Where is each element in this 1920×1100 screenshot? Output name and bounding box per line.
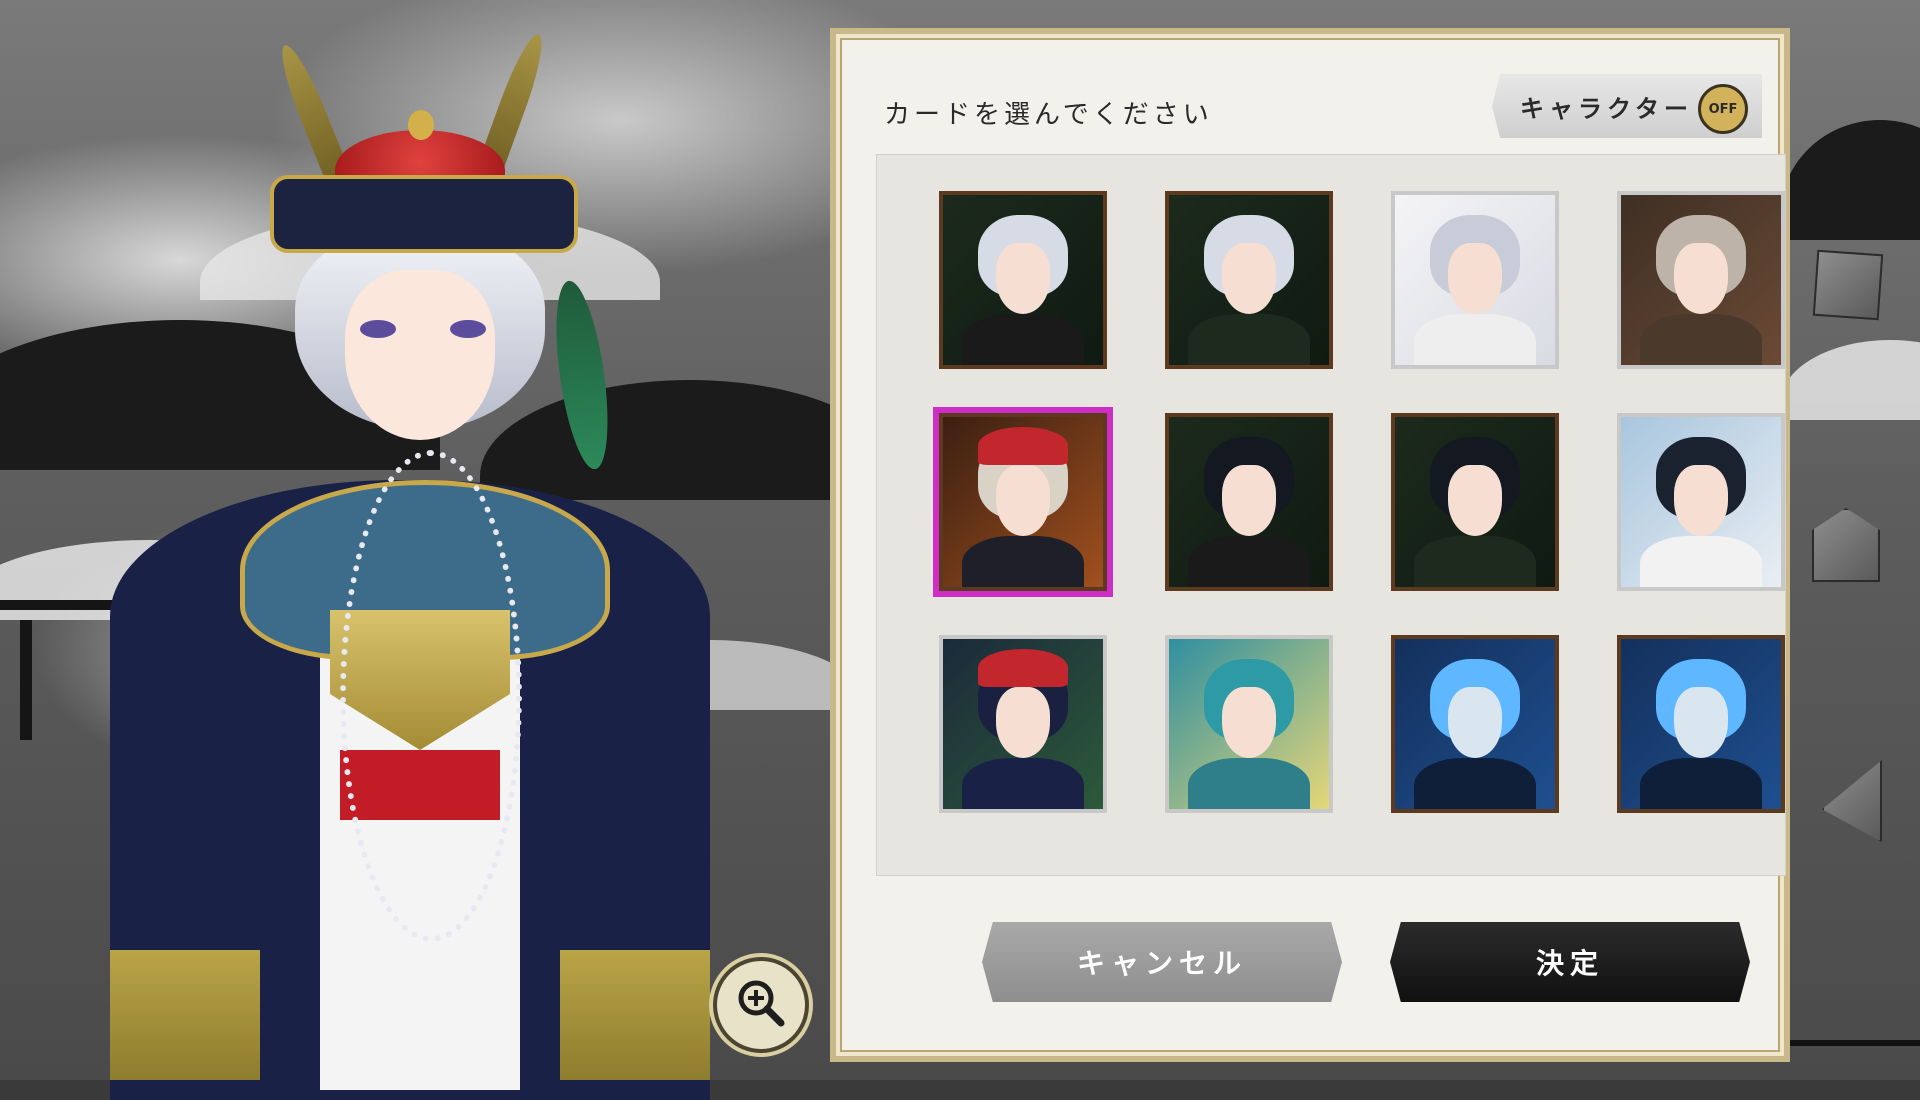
card-thumbnail[interactable] [1617, 635, 1785, 813]
character-filter-toggle[interactable]: キャラクター OFF [1492, 74, 1762, 138]
card-select-dialog: カードを選んでください キャラクター OFF キャンセル 決定 [830, 28, 1790, 1062]
character-portrait [90, 10, 730, 1100]
card-thumbnail[interactable] [1617, 413, 1785, 591]
card-thumbnail[interactable] [939, 191, 1107, 369]
roof-silhouette [1780, 120, 1920, 240]
card-thumbnail[interactable] [1165, 635, 1333, 813]
toggle-state-badge: OFF [1698, 84, 1748, 134]
cancel-button[interactable]: キャンセル [982, 922, 1342, 1002]
peacock-feather [546, 277, 618, 473]
card-grid [876, 154, 1786, 876]
card-thumbnail[interactable] [1617, 191, 1785, 369]
left-sleeve [110, 950, 260, 1080]
hat-brim [270, 175, 578, 253]
zoom-in-icon [734, 976, 788, 1034]
roof-silhouette [1780, 340, 1920, 420]
stone-decoration [1812, 508, 1880, 582]
card-thumbnail[interactable] [1391, 191, 1559, 369]
bead-necklace [340, 450, 522, 942]
card-thumbnail[interactable] [1391, 413, 1559, 591]
card-thumbnail[interactable] [1165, 191, 1333, 369]
card-thumbnail[interactable] [1391, 635, 1559, 813]
beam [20, 620, 32, 740]
character-filter-label: キャラクター [1520, 94, 1694, 123]
stone-decoration [1812, 249, 1884, 321]
card-thumbnail[interactable] [939, 635, 1107, 813]
character-eye [450, 320, 486, 338]
card-thumbnail-selected[interactable] [939, 413, 1107, 591]
stone-decoration [1822, 760, 1882, 842]
zoom-button[interactable] [713, 957, 809, 1053]
character-face [345, 270, 495, 440]
hat-finial [408, 110, 434, 140]
right-sleeve [560, 950, 710, 1080]
card-thumbnail[interactable] [1165, 413, 1333, 591]
character-eye [360, 320, 396, 338]
dialog-title: カードを選んでください [884, 100, 1213, 130]
confirm-button[interactable]: 決定 [1390, 922, 1750, 1002]
